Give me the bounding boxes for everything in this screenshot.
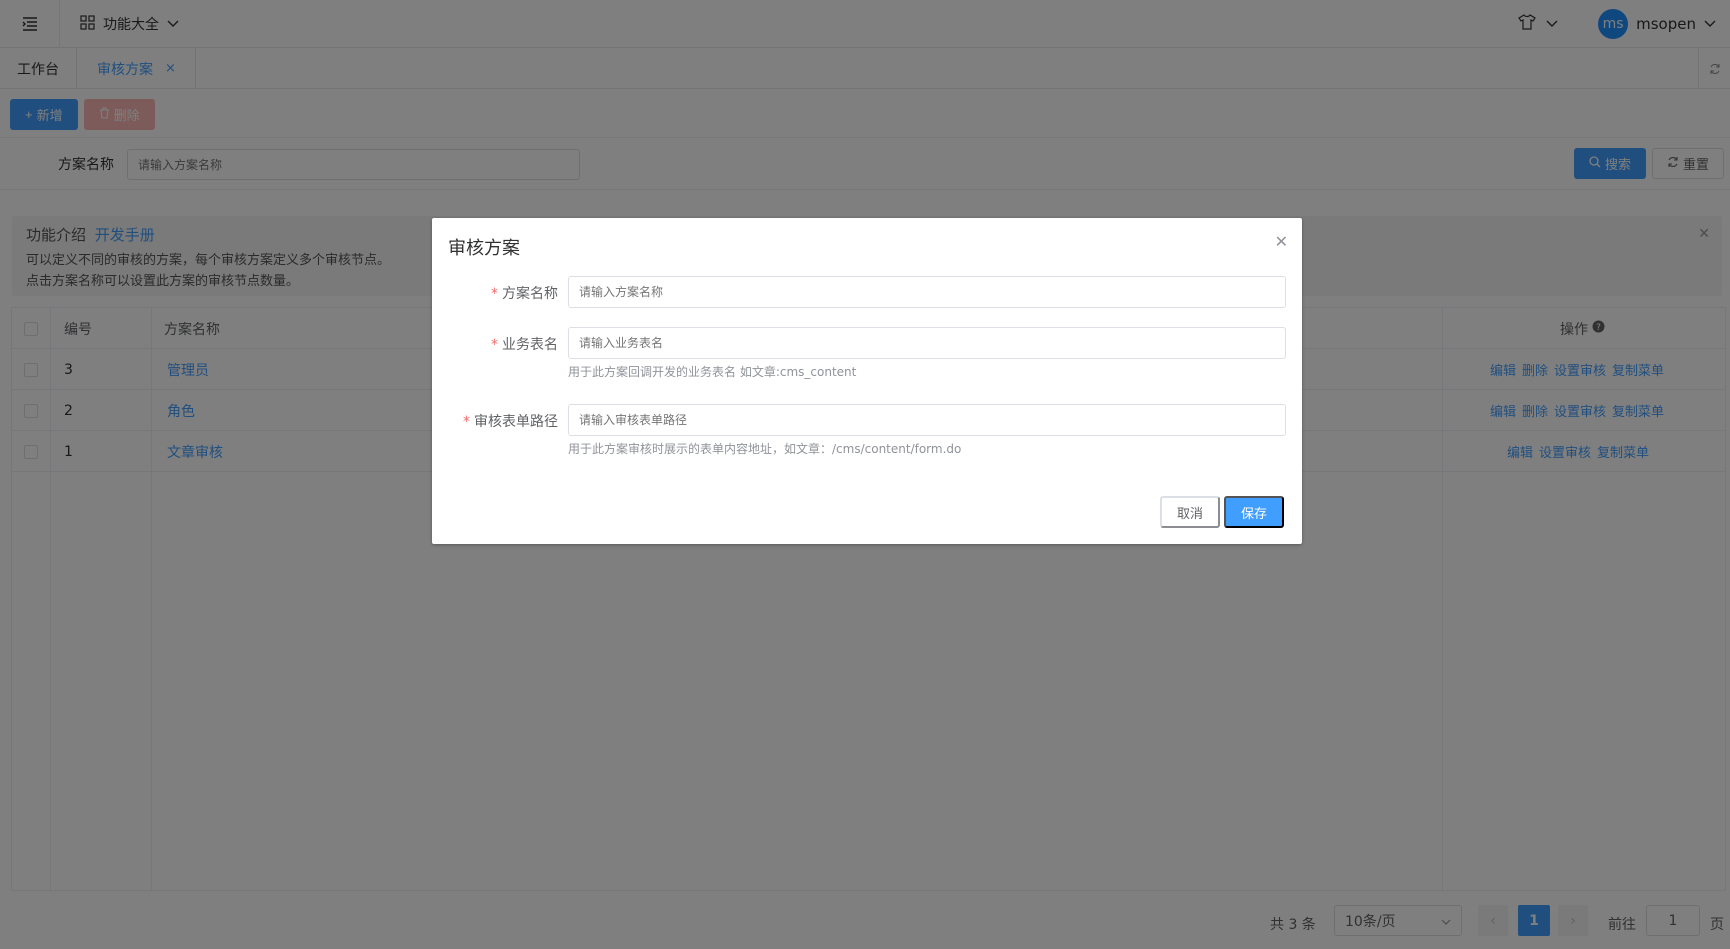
cancel-button[interactable]: 取消 xyxy=(1159,496,1220,528)
required-mark: * xyxy=(491,337,498,353)
form-label: * 方案名称 xyxy=(491,286,558,302)
save-button[interactable]: 保存 xyxy=(1223,496,1284,528)
scheme-name-input[interactable] xyxy=(568,276,1286,308)
dialog-footer: 取消 保存 xyxy=(1159,496,1284,528)
table-name-input[interactable] xyxy=(568,327,1286,359)
close-icon[interactable]: ✕ xyxy=(1275,232,1288,251)
required-mark: * xyxy=(491,286,498,302)
dialog-title: 审核方案 xyxy=(448,238,520,259)
required-mark: * xyxy=(463,414,470,430)
form-label: * 审核表单路径 xyxy=(463,414,558,430)
form-hint: 用于此方案回调开发的业务表名 如文章:cms_content xyxy=(568,365,857,379)
audit-scheme-dialog: 审核方案 ✕ *方案名称 *业务表名 用于此方案回调开发的业务表名 如文章:cm… xyxy=(432,218,1302,544)
form-hint: 用于此方案审核时展示的表单内容地址，如文章：/cms/content/form.… xyxy=(568,442,962,456)
form-label: * 业务表名 xyxy=(491,337,558,353)
form-path-input[interactable] xyxy=(568,404,1286,436)
